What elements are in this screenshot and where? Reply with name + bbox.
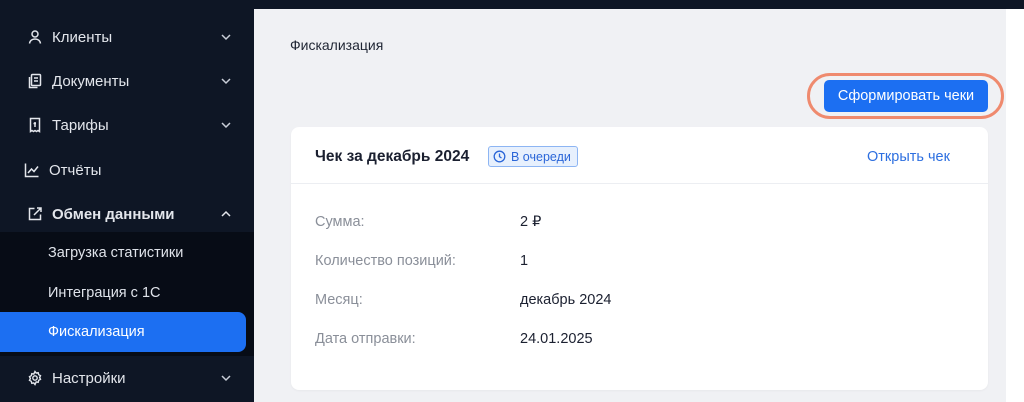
- row-value-amount: 2 ₽: [520, 214, 542, 230]
- row-value-month: декабрь 2024: [520, 292, 612, 308]
- row-label-month: Месяц:: [315, 292, 363, 308]
- sidebar-item-label: Настройки: [52, 369, 126, 387]
- sidebar-item-label: Документы: [52, 72, 130, 90]
- sidebar-item-reports[interactable]: Отчёты: [0, 148, 254, 192]
- sidebar-item-tariffs[interactable]: Тарифы: [0, 103, 254, 147]
- sidebar-item-clients[interactable]: Клиенты: [0, 15, 254, 59]
- user-icon: [27, 29, 43, 45]
- submenu-item-stats-upload[interactable]: Загрузка статистики: [0, 233, 254, 273]
- chart-icon: [24, 162, 40, 178]
- sidebar: Клиенты Документы Тарифы Отчёты Обмен да…: [0, 0, 254, 402]
- submenu-item-label: Интеграция с 1С: [48, 285, 161, 301]
- submenu-item-fiscalization[interactable]: Фискализация: [0, 312, 246, 352]
- status-badge-label: В очереди: [511, 149, 571, 164]
- chevron-up-icon: [219, 207, 233, 221]
- right-edge-panel: [1006, 9, 1024, 402]
- row-value-send-date: 24.01.2025: [520, 331, 593, 347]
- sidebar-item-settings[interactable]: Настройки: [0, 356, 254, 400]
- clock-icon: [493, 150, 506, 163]
- chevron-down-icon: [219, 30, 233, 44]
- chevron-down-icon: [219, 118, 233, 132]
- chevron-down-icon: [219, 74, 233, 88]
- submenu-item-1c-integration[interactable]: Интеграция с 1С: [0, 273, 254, 313]
- sidebar-item-documents[interactable]: Документы: [0, 59, 254, 103]
- card-header: Чек за декабрь 2024 В очереди Открыть че…: [291, 127, 988, 184]
- chevron-down-icon: [219, 371, 233, 385]
- row-label-send-date: Дата отправки:: [315, 331, 416, 347]
- generate-receipts-button[interactable]: Сформировать чеки: [824, 80, 988, 112]
- submenu-item-label: Фискализация: [48, 324, 145, 340]
- row-label-item-count: Количество позиций:: [315, 253, 456, 269]
- sidebar-item-label: Тарифы: [52, 116, 109, 134]
- submenu-item-label: Загрузка статистики: [48, 245, 184, 261]
- data-exchange-submenu: Загрузка статистики Интеграция с 1С Фиск…: [0, 232, 254, 356]
- exchange-icon: [27, 206, 43, 222]
- sidebar-item-label: Отчёты: [49, 161, 102, 179]
- documents-icon: [27, 73, 43, 89]
- tariff-icon: [27, 117, 43, 133]
- gear-icon: [27, 370, 43, 386]
- status-badge: В очереди: [488, 146, 578, 167]
- sidebar-item-data-exchange[interactable]: Обмен данными: [0, 192, 254, 236]
- open-receipt-link[interactable]: Открыть чек: [867, 149, 950, 165]
- top-header-strip: [254, 0, 1024, 9]
- receipt-card: Чек за декабрь 2024 В очереди Открыть че…: [291, 127, 988, 390]
- row-value-item-count: 1: [520, 253, 529, 269]
- card-title: Чек за декабрь 2024: [315, 148, 470, 165]
- sidebar-item-label: Обмен данными: [52, 205, 175, 223]
- row-label-amount: Сумма:: [315, 214, 365, 230]
- page-title: Фискализация: [290, 37, 384, 53]
- sidebar-item-label: Клиенты: [52, 28, 113, 46]
